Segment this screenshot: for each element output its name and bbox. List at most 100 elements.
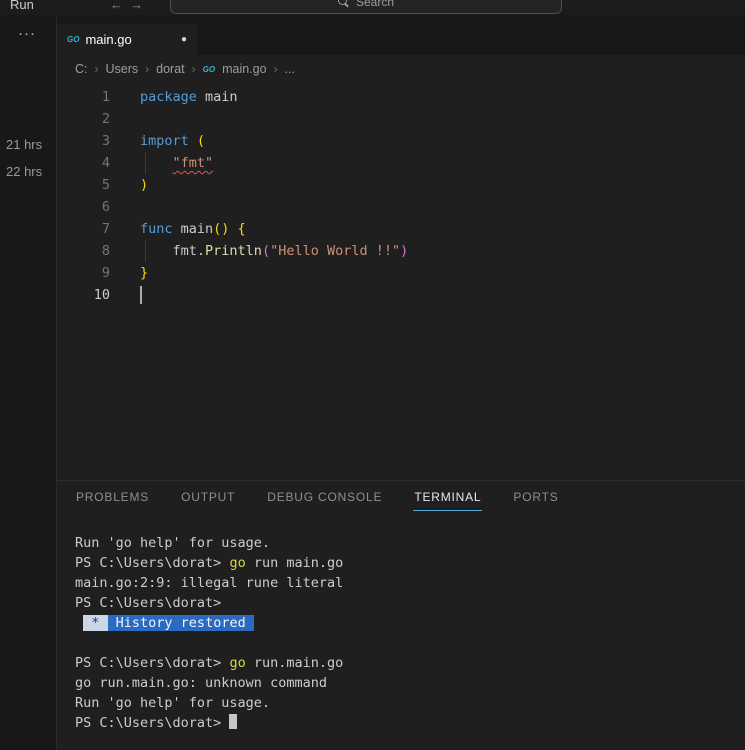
search-label: Search <box>356 0 394 9</box>
code-line[interactable]: 8 fmt.Println("Hello World !!") <box>57 240 745 262</box>
panel-tab-terminal[interactable]: TERMINAL <box>413 486 482 511</box>
code-line[interactable]: 9} <box>57 262 745 284</box>
terminal-line: PS C:\Users\dorat> <box>75 713 745 733</box>
terminal-cursor <box>229 714 237 729</box>
line-number: 9 <box>57 262 110 284</box>
line-number: 6 <box>57 196 110 218</box>
breadcrumb-symbol-more[interactable]: ... <box>285 62 295 76</box>
token: "fmt" <box>173 155 214 171</box>
token: "Hello World !!" <box>270 243 400 259</box>
terminal-line: PS C:\Users\dorat> go run main.go <box>75 553 745 573</box>
breadcrumb: C:›Users›dorat›GOmain.go›... <box>57 55 745 83</box>
nav-forward-icon[interactable]: → <box>130 0 143 12</box>
search-icon <box>338 0 349 7</box>
terminal-line: * History restored <box>75 613 745 633</box>
terminal-line: Run 'go help' for usage. <box>75 693 745 713</box>
code-text: } <box>140 262 148 284</box>
tab-main-go[interactable]: GO main.go ● <box>57 24 197 55</box>
code-text: "fmt" <box>140 152 213 174</box>
token: () { <box>213 221 246 237</box>
token: fmt. <box>140 243 205 259</box>
tab-label: main.go <box>85 32 131 47</box>
code-area[interactable]: 1package main23import (4 "fmt"5)67func m… <box>57 83 745 480</box>
tab-bar: GO main.go ● <box>57 15 745 55</box>
terminal-line: PS C:\Users\dorat> <box>75 593 745 613</box>
code-line[interactable]: 5) <box>57 174 745 196</box>
terminal-line <box>75 633 745 653</box>
editor-group: GO main.go ● C:›Users›dorat›GOmain.go›..… <box>57 15 745 750</box>
panel-tab-output[interactable]: OUTPUT <box>180 486 236 511</box>
terminal-line: PS C:\Users\dorat> go run.main.go <box>75 653 745 673</box>
breadcrumb-item[interactable]: C: <box>75 62 88 76</box>
line-number: 2 <box>57 108 110 130</box>
terminal-line: go run.main.go: unknown command <box>75 673 745 693</box>
bottom-panel: PROBLEMS OUTPUT DEBUG CONSOLE TERMINAL PORTS… <box>57 480 745 750</box>
line-number: 10 <box>57 284 110 306</box>
breadcrumb-separator: › <box>192 62 196 76</box>
token: PS C:\Users\dorat> <box>75 555 229 571</box>
token: go run.main.go: unknown command <box>75 675 327 691</box>
breadcrumb-file[interactable]: main.go <box>222 62 266 76</box>
line-number: 4 <box>57 152 110 174</box>
code-line[interactable]: 2 <box>57 108 745 130</box>
token: ) <box>140 177 148 193</box>
token: main <box>197 89 238 105</box>
timeline: 21 hrs22 hrs <box>0 131 56 185</box>
command-center-search[interactable]: Search <box>170 0 562 14</box>
line-number: 5 <box>57 174 110 196</box>
go-file-icon: GO <box>203 65 215 74</box>
token <box>189 133 197 149</box>
token <box>75 615 83 631</box>
panel-tab-ports[interactable]: PORTS <box>512 486 559 511</box>
more-actions-button[interactable]: ··· <box>18 25 36 42</box>
token: package <box>140 89 197 105</box>
token: import <box>140 133 189 149</box>
token: func <box>140 221 173 237</box>
token: * <box>83 615 107 631</box>
token: go <box>229 655 245 671</box>
token: main <box>173 221 214 237</box>
titlebar: Run ← → Search <box>0 0 745 15</box>
code-line[interactable]: 10 <box>57 284 745 306</box>
timeline-item[interactable]: 21 hrs <box>0 131 56 158</box>
code-line[interactable]: 4 "fmt" <box>57 152 745 174</box>
line-number: 3 <box>57 130 110 152</box>
code-line[interactable]: 3import ( <box>57 130 745 152</box>
token: PS C:\Users\dorat> <box>75 595 221 611</box>
panel-tab-debug-console[interactable]: DEBUG CONSOLE <box>266 486 383 511</box>
timeline-item[interactable]: 22 hrs <box>0 158 56 185</box>
token: ( <box>262 243 270 259</box>
code-line[interactable]: 7func main() { <box>57 218 745 240</box>
token: run main.go <box>246 555 344 571</box>
panel-tab-problems[interactable]: PROBLEMS <box>75 486 150 511</box>
token: PS C:\Users\dorat> <box>75 715 229 731</box>
code-line[interactable]: 6 <box>57 196 745 218</box>
line-number: 8 <box>57 240 110 262</box>
breadcrumb-item[interactable]: Users <box>106 62 139 76</box>
menu-run[interactable]: Run <box>10 0 34 12</box>
code-text: package main <box>140 86 238 108</box>
main-row: ··· 21 hrs22 hrs GO main.go ● C: › Users › d… <box>0 15 745 750</box>
vscode-window: Run ← → Search ··· 21 hrs22 hrs GO main.… <box>0 0 745 750</box>
code-line[interactable]: 1 package main <box>57 86 745 108</box>
breadcrumb-item[interactable]: dorat <box>156 62 185 76</box>
go-file-icon: GO <box>67 35 79 44</box>
terminal-output[interactable]: Run 'go help' for usage.PS C:\Users\dora… <box>57 515 745 733</box>
terminal-line: main.go:2:9: illegal rune literal <box>75 573 745 593</box>
code-text: fmt.Println("Hello World !!") <box>140 240 408 262</box>
nav-back-icon[interactable]: ← <box>110 0 123 12</box>
token: go <box>229 555 245 571</box>
panel-tabs: PROBLEMS OUTPUT DEBUG CONSOLE TERMINAL PORTS <box>57 481 745 515</box>
line-number: 1 <box>57 86 110 108</box>
code-text: func main() { <box>140 218 246 240</box>
token: ) <box>400 243 408 259</box>
token: } <box>140 265 148 281</box>
breadcrumb-separator: › <box>274 62 278 76</box>
modified-dot-icon[interactable]: ● <box>181 34 187 45</box>
terminal-line: Run 'go help' for usage. <box>75 533 745 553</box>
token: Println <box>205 243 262 259</box>
token: main.go:2:9: illegal rune literal <box>75 575 343 591</box>
breadcrumb-separator: › <box>95 62 99 76</box>
code-text: ) <box>140 174 148 196</box>
indent-guide-line <box>145 152 146 174</box>
